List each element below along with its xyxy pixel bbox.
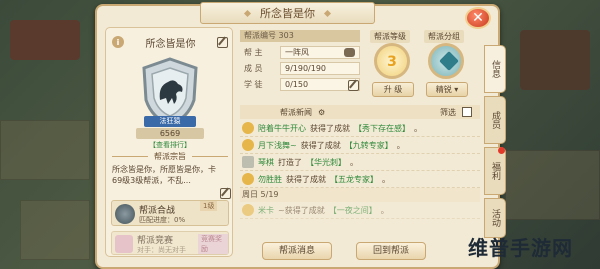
news-header: 帮派新闻 ⚙ 筛选: [240, 105, 480, 119]
achievement-icon: [242, 139, 254, 151]
edit-motto-icon[interactable]: [220, 188, 231, 199]
edit-study-icon[interactable]: [348, 80, 359, 91]
contest-icon: [115, 235, 133, 253]
close-button[interactable]: ✕: [465, 7, 491, 29]
elite-dropdown[interactable]: 精锐 ▾: [426, 82, 468, 97]
return-to-guild-button[interactable]: 回到帮派: [356, 242, 426, 260]
filter-button[interactable]: 筛选: [440, 107, 456, 118]
motto-header: 帮派宗旨: [112, 150, 228, 162]
watermark-text: 维普手游网: [468, 236, 573, 260]
level-title: 帮派等级: [370, 30, 410, 43]
level-badge-icon: 3: [374, 43, 410, 79]
tab-welfare[interactable]: 福利: [484, 147, 506, 195]
gear-icon[interactable]: ⚙: [318, 108, 325, 117]
badge-name: 法狂猿: [144, 116, 196, 127]
list-item: 琴棋 打造了 【华光刺】。: [240, 154, 480, 171]
upgrade-button[interactable]: 升 级: [372, 82, 414, 97]
members-value: 9/190/190: [280, 62, 360, 75]
contest-opponent: 对手：尚无对手: [137, 246, 186, 254]
date-divider: 周日 5/19: [240, 188, 480, 202]
achievement-icon: [242, 173, 254, 185]
guild-id: 帮派编号 303: [240, 30, 360, 42]
tab-members[interactable]: 成员: [484, 96, 506, 144]
battle-progress: 匹配进度：0%: [139, 216, 186, 224]
filter-checkbox[interactable]: [462, 107, 472, 117]
achievement-icon: [242, 204, 254, 216]
news-list: 陪着牛牛开心 获得了成就 【秀下存在感】。 月下浅舞~ 获得了成就 【九转专家】。 琴棋…: [240, 120, 480, 240]
level-value: 3: [387, 54, 397, 70]
leader-label: 帮 主: [244, 48, 263, 57]
members-label: 成 员: [244, 64, 263, 73]
guild-message-button[interactable]: 帮派消息: [262, 242, 332, 260]
edit-icon[interactable]: [217, 36, 228, 48]
group-gem-icon[interactable]: [428, 43, 464, 79]
chat-icon[interactable]: [344, 48, 355, 57]
news-title: 帮派新闻: [280, 107, 312, 117]
view-ranking-link[interactable]: 【查看排行】: [136, 140, 204, 150]
guild-battle-entry[interactable]: 帮派合战 匹配进度：0% 1级: [111, 200, 229, 226]
panel-title: 所念皆是你: [200, 2, 375, 24]
list-item: 米卡 ~获得了成就 【一夜之间】。: [240, 202, 480, 219]
battle-tag: 1级: [200, 201, 218, 211]
group-title: 帮派分组: [424, 30, 464, 43]
motto-text: 所念皆是你，所愿皆是你，卡69级3级帮派，不乱...: [112, 165, 216, 185]
guild-contest-entry[interactable]: 帮派竞赛 对手：尚无对手 竞赛奖励: [111, 231, 229, 255]
notification-dot: [498, 147, 505, 154]
tab-info[interactable]: 信息: [484, 45, 506, 93]
guild-name: 所念皆是你: [145, 38, 196, 50]
battle-icon: [115, 204, 135, 224]
list-item: 月下浅舞~ 获得了成就 【九转专家】。: [240, 137, 480, 154]
guild-score: 6569: [136, 128, 204, 139]
info-icon[interactable]: i: [112, 36, 124, 48]
contest-reward-tag: 竞赛奖励: [198, 234, 228, 254]
study-label: 学 徒: [244, 80, 263, 89]
close-icon: ✕: [472, 10, 484, 26]
craft-icon: [242, 156, 254, 168]
guild-profile-card: i 所念皆是你 法狂猿 6569 【查看排行】 帮派宗旨 所念皆是你，所愿皆是你…: [105, 27, 233, 257]
list-item: 勿胜胜 获得了成就 【五龙专家】。: [240, 171, 480, 188]
list-item: 陪着牛牛开心 获得了成就 【秀下存在感】。: [240, 120, 480, 137]
achievement-icon: [242, 122, 254, 134]
